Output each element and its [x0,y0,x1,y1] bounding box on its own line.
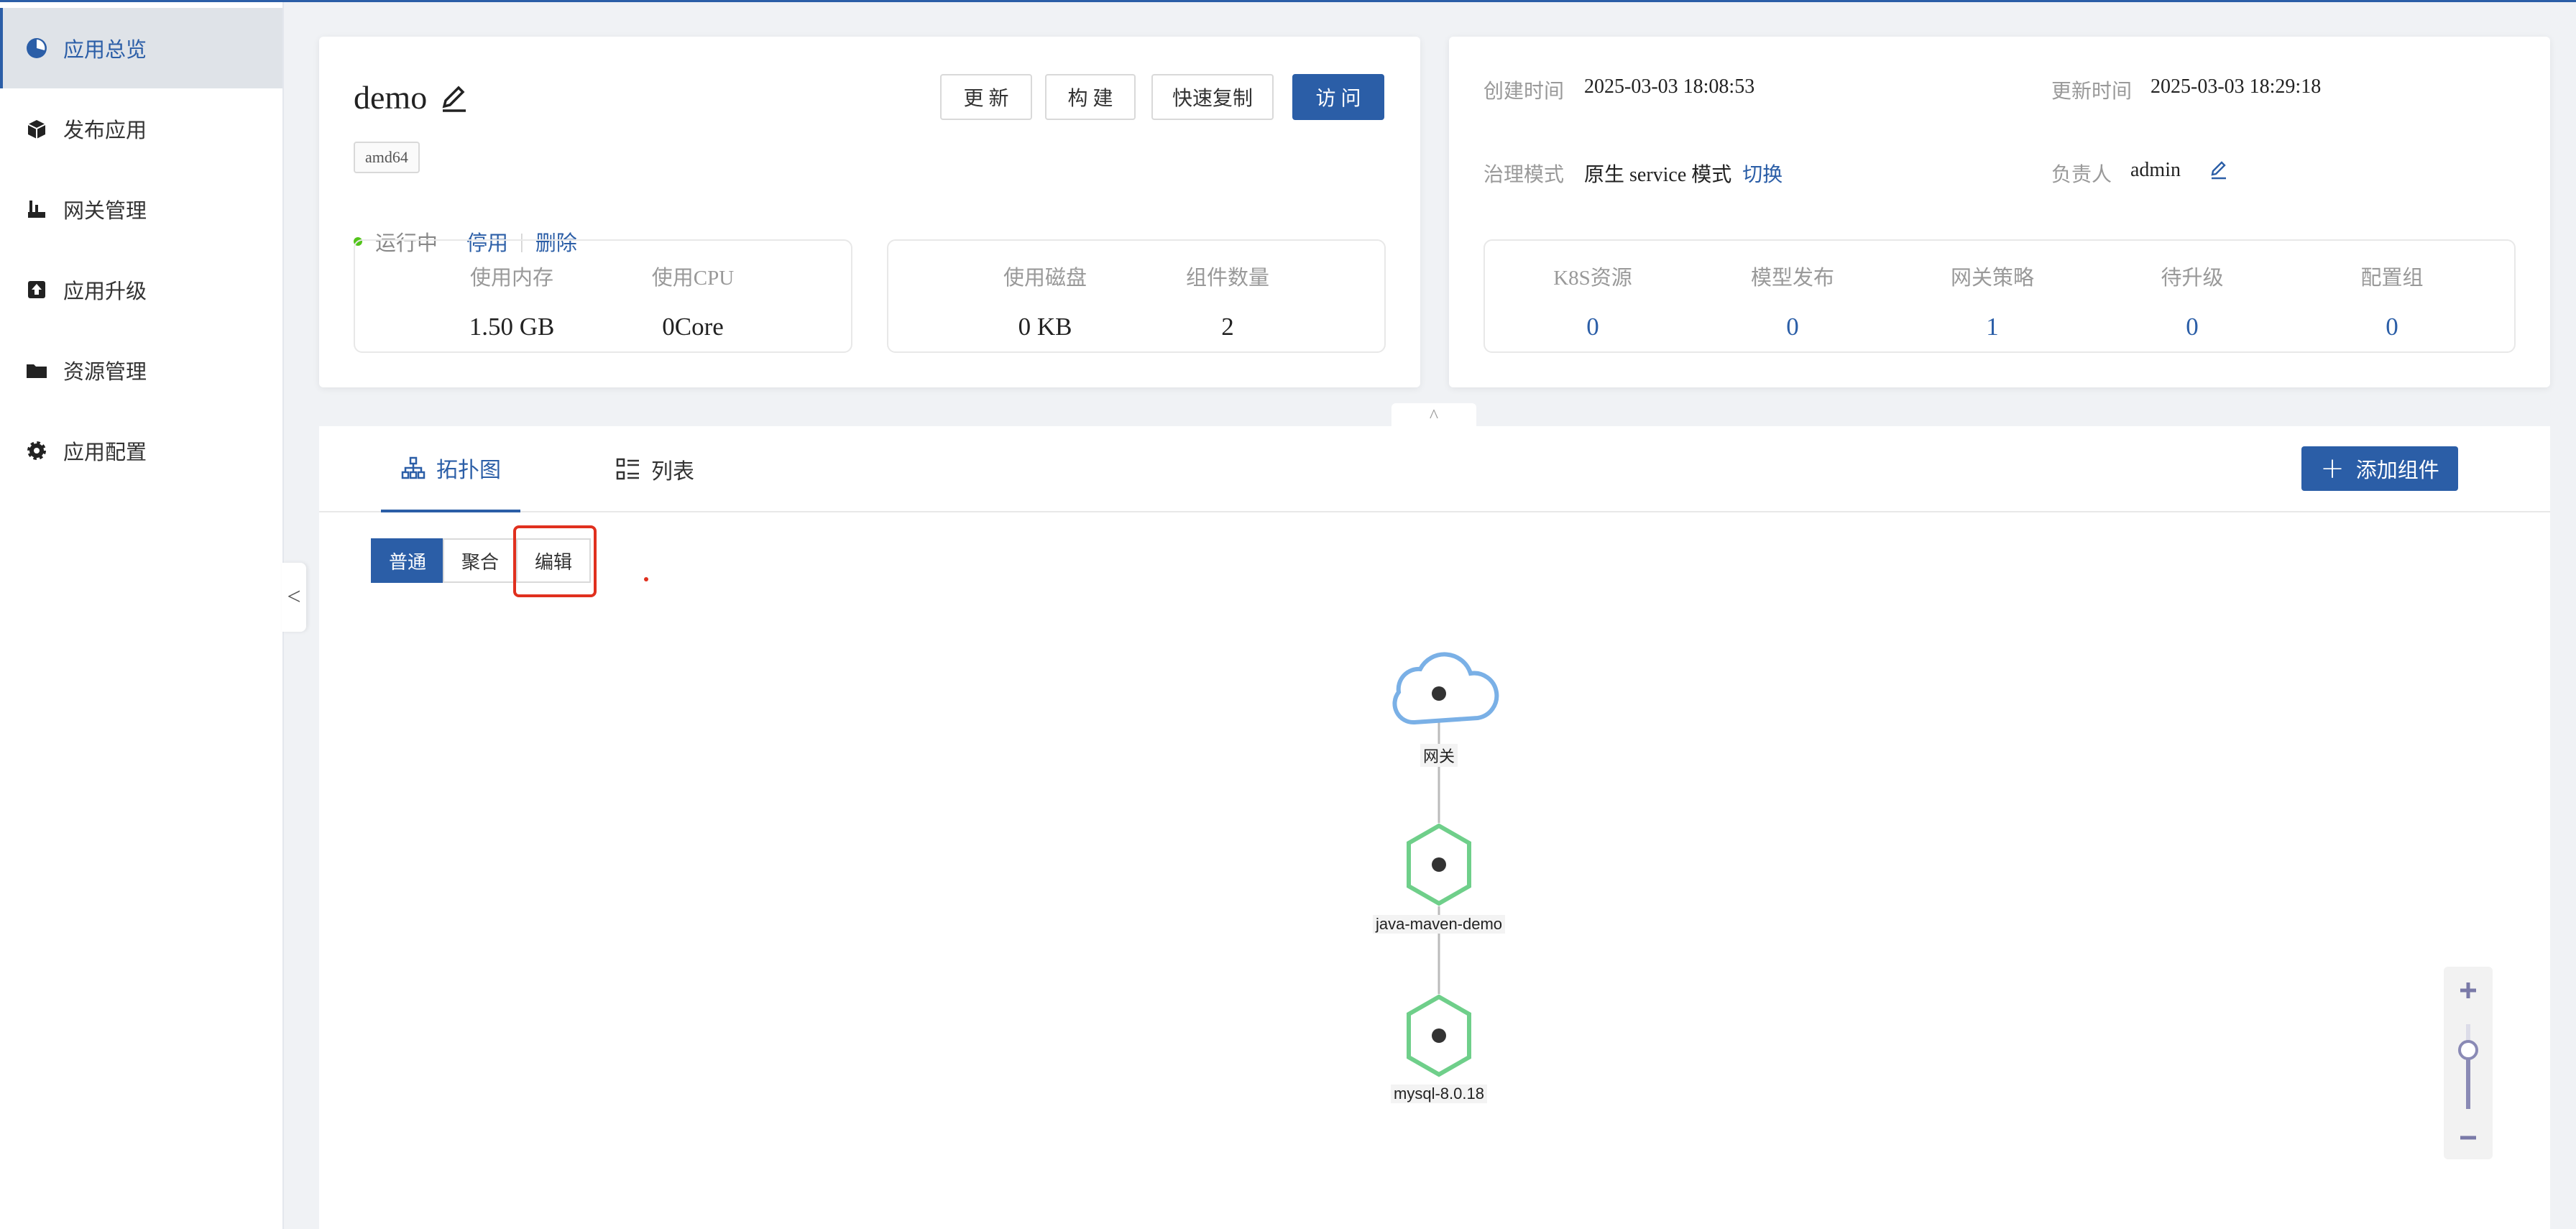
zoom-control [2444,967,2493,1159]
zoom-out-button[interactable] [2451,1126,2485,1152]
gateway-node[interactable] [1392,652,1499,725]
mysql-node-label: mysql-8.0.18 [1391,1085,1487,1103]
node-dot [1432,686,1446,701]
java-node-label: java-maven-demo [1372,915,1506,934]
node-dot [1432,1028,1446,1043]
topology-graph [1392,652,1499,1077]
java-maven-demo-node[interactable] [1407,823,1471,906]
mysql-node[interactable] [1407,994,1471,1077]
zoom-slider-handle[interactable] [2458,1040,2478,1060]
node-dot [1432,857,1446,872]
zoom-in-button[interactable] [2451,974,2485,1005]
cloud-icon [1392,652,1499,725]
gateway-node-label: 网关 [1420,744,1458,767]
